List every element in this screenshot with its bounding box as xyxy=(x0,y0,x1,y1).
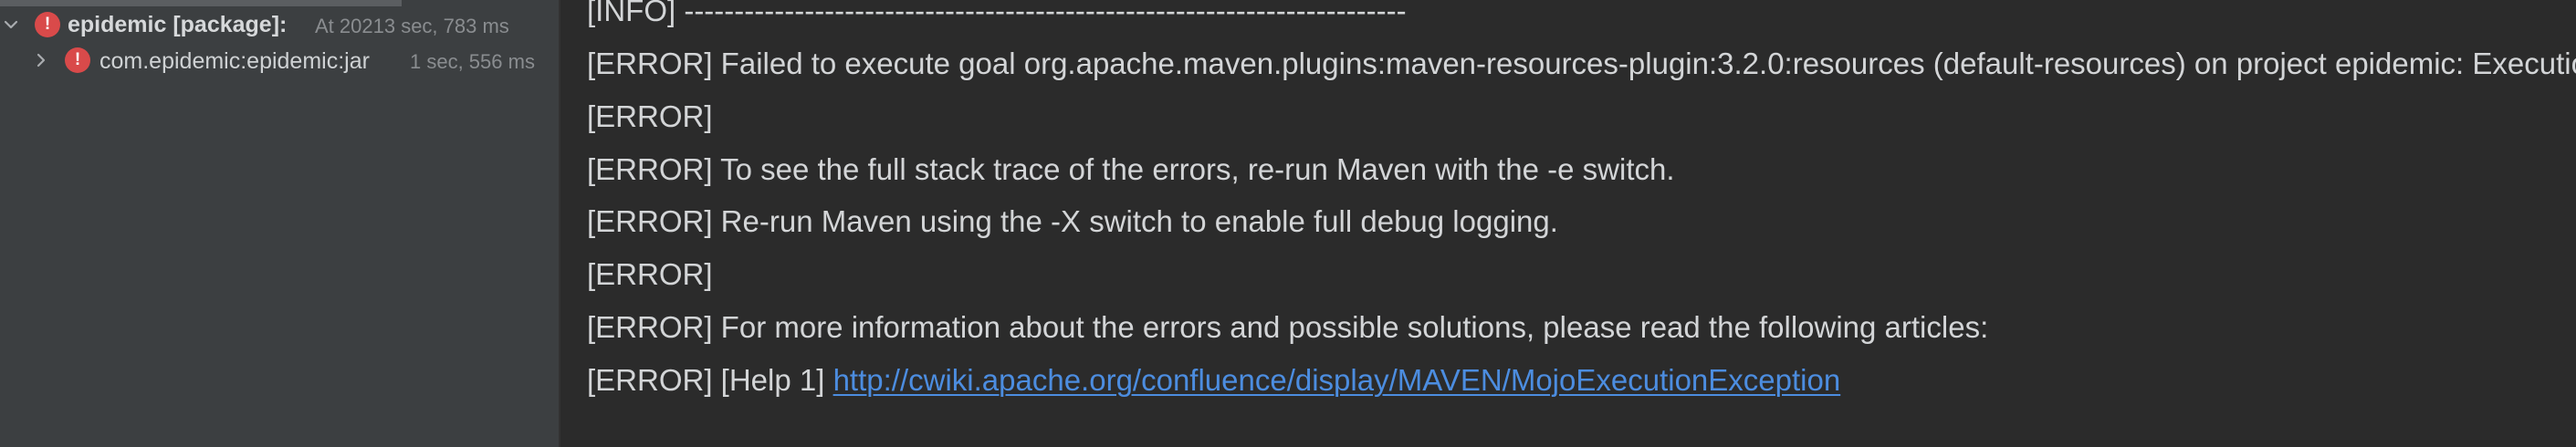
console-line: [ERROR] xyxy=(587,99,713,133)
tree-node-duration: At 20213 sec, 783 ms xyxy=(315,15,509,37)
tree-node-epidemic-jar[interactable]: ! com.epidemic:epidemic:jar 1 sec, 556 m… xyxy=(0,41,559,79)
build-tool-window: ! epidemic [package]: At 20213 sec, 783 … xyxy=(0,0,2576,447)
build-tree-panel: ! epidemic [package]: At 20213 sec, 783 … xyxy=(0,0,559,447)
error-icon: ! xyxy=(35,12,60,37)
tree-node-label: com.epidemic:epidemic:jar xyxy=(99,48,370,74)
console-line: [ERROR] xyxy=(587,257,713,291)
console-line: [ERROR] To see the full stack trace of t… xyxy=(587,152,1675,186)
chevron-right-icon[interactable] xyxy=(33,52,49,68)
chevron-down-icon[interactable] xyxy=(3,16,19,33)
error-icon: ! xyxy=(65,47,90,73)
console-line-help: [ERROR] [Help 1] http://cwiki.apache.org… xyxy=(587,354,1840,407)
tree-node-label: epidemic [package]: xyxy=(68,12,288,37)
console-line-prefix: [ERROR] [Help 1] xyxy=(587,363,833,397)
console-line: [ERROR] Re-run Maven using the -X switch… xyxy=(587,204,1558,238)
console-line: [ERROR] Failed to execute goal org.apach… xyxy=(587,47,2576,80)
tree-node-duration: 1 sec, 556 ms xyxy=(410,50,535,73)
tree-node-epidemic-package[interactable]: ! epidemic [package]: At 20213 sec, 783 … xyxy=(0,5,559,44)
console-line: [ERROR] For more information about the e… xyxy=(587,310,1989,344)
console-output[interactable]: [INFO] ---------------------------------… xyxy=(560,0,2576,447)
help-link[interactable]: http://cwiki.apache.org/confluence/displ… xyxy=(833,363,1841,397)
console-line: [INFO] ---------------------------------… xyxy=(587,0,1407,27)
